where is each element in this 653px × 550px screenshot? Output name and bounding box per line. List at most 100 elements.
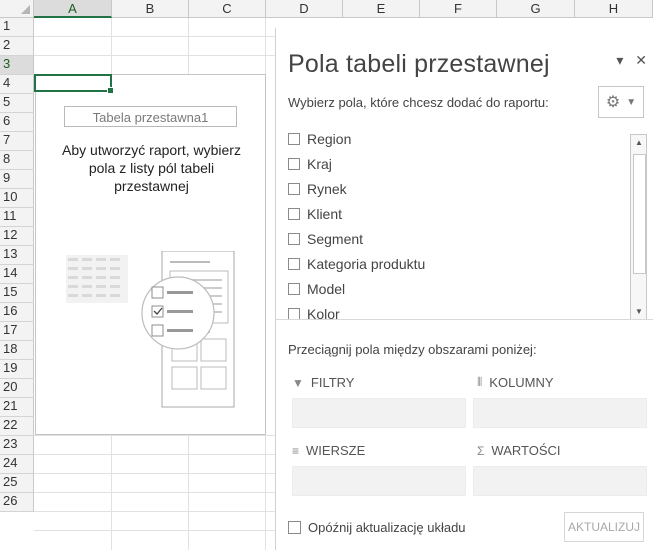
field-item-kategoria-produktu[interactable]: Kategoria produktu: [288, 251, 633, 276]
row-header-12[interactable]: 12: [0, 227, 34, 246]
columns-drop-area[interactable]: [473, 398, 647, 428]
scroll-up-icon[interactable]: ▲: [635, 138, 643, 147]
filters-drop-area[interactable]: [292, 398, 466, 428]
pane-title: Pola tabeli przestawnej: [288, 50, 550, 78]
gridline: [188, 18, 189, 74]
scrollbar-thumb[interactable]: [633, 154, 646, 274]
field-label: Rynek: [307, 180, 347, 197]
gridline: [34, 473, 275, 474]
drag-hint: Przeciągnij pola między obszarami poniże…: [288, 342, 537, 357]
field-item-segment[interactable]: Segment: [288, 226, 633, 251]
field-item-region[interactable]: Region: [288, 126, 633, 151]
pivot-table-instructions: Aby utworzyć raport, wybierz pola z list…: [42, 141, 261, 195]
row-header-6[interactable]: 6: [0, 113, 34, 132]
row-header-3[interactable]: 3: [0, 56, 34, 75]
row-header-2[interactable]: 2: [0, 37, 34, 56]
field-item-klient[interactable]: Klient: [288, 201, 633, 226]
column-header-b[interactable]: B: [112, 0, 189, 18]
field-checkbox[interactable]: [288, 257, 300, 270]
field-checkbox[interactable]: [288, 182, 300, 195]
field-item-kolor[interactable]: Kolor: [288, 301, 633, 326]
pivot-table-placeholder[interactable]: Tabela przestawna1 Aby utworzyć raport, …: [35, 74, 266, 435]
field-checkbox[interactable]: [288, 232, 300, 245]
funnel-icon: ▼: [292, 375, 304, 390]
row-header-21[interactable]: 21: [0, 398, 34, 417]
gear-icon: ⚙: [605, 94, 621, 111]
row-header-18[interactable]: 18: [0, 341, 34, 360]
area-label-rows: ≡ WIERSZE: [292, 443, 365, 458]
row-header-17[interactable]: 17: [0, 322, 34, 341]
row-header-26[interactable]: 26: [0, 493, 34, 512]
rows-drop-area[interactable]: [292, 466, 466, 496]
active-cell-a3[interactable]: [34, 74, 114, 94]
area-label-text: FILTRY: [310, 375, 355, 390]
field-checkbox[interactable]: [288, 207, 300, 220]
select-all-corner[interactable]: [0, 0, 34, 18]
area-label-filters: ▼ FILTRY: [292, 375, 354, 390]
row-header-13[interactable]: 13: [0, 246, 34, 265]
field-label: Klient: [307, 205, 343, 222]
field-checkbox[interactable]: [288, 132, 300, 145]
column-header-h[interactable]: H: [575, 0, 653, 18]
scroll-down-icon[interactable]: ▼: [635, 307, 643, 316]
area-label-text: WIERSZE: [306, 443, 366, 458]
row-header-10[interactable]: 10: [0, 189, 34, 208]
column-header-c[interactable]: C: [189, 0, 266, 18]
gridline: [34, 55, 275, 56]
defer-update-label: Opóźnij aktualizację układu: [308, 520, 466, 535]
rows-icon: ≡: [292, 443, 300, 458]
instruction-line: przestawnej: [114, 178, 189, 194]
gridline: [34, 36, 275, 37]
gridline: [34, 454, 275, 455]
area-label-columns: ⦀ KOLUMNY: [477, 375, 554, 390]
values-drop-area[interactable]: [473, 466, 647, 496]
row-header-20[interactable]: 20: [0, 379, 34, 398]
field-item-model[interactable]: Model: [288, 276, 633, 301]
gridline: [34, 511, 275, 512]
row-header-25[interactable]: 25: [0, 474, 34, 493]
row-header-24[interactable]: 24: [0, 455, 34, 474]
field-list: Region Kraj Rynek Klient Segment Kategor…: [288, 126, 633, 322]
tools-button[interactable]: ⚙ ▼: [598, 86, 644, 118]
row-header-14[interactable]: 14: [0, 265, 34, 284]
pane-subtitle: Wybierz pola, które chcesz dodać do rapo…: [288, 95, 549, 110]
field-checkbox[interactable]: [288, 282, 300, 295]
column-header-e[interactable]: E: [343, 0, 420, 18]
row-header-19[interactable]: 19: [0, 360, 34, 379]
gridline: [34, 492, 275, 493]
instruction-line: pola z listy pól tabeli: [88, 160, 215, 176]
close-icon[interactable]: ✕: [635, 52, 647, 68]
field-label: Kategoria produktu: [307, 255, 426, 272]
row-header-11[interactable]: 11: [0, 208, 34, 227]
row-header-1[interactable]: 1: [0, 18, 34, 37]
gridline: [111, 18, 112, 74]
columns-icon: ⦀: [477, 375, 483, 389]
row-header-4[interactable]: 4: [0, 75, 34, 94]
area-label-text: KOLUMNY: [489, 375, 554, 390]
pane-controls: ▾ ✕: [608, 52, 647, 69]
row-header-9[interactable]: 9: [0, 170, 34, 189]
row-header-8[interactable]: 8: [0, 151, 34, 170]
field-checkbox[interactable]: [288, 307, 300, 320]
column-header-a[interactable]: A: [34, 0, 112, 18]
defer-update-option[interactable]: Opóźnij aktualizację układu: [288, 520, 466, 535]
update-button[interactable]: AKTUALIZUJ: [564, 512, 644, 542]
column-header-g[interactable]: G: [497, 0, 575, 18]
field-checkbox[interactable]: [288, 157, 300, 170]
field-item-rynek[interactable]: Rynek: [288, 176, 633, 201]
defer-update-checkbox[interactable]: [288, 521, 301, 534]
row-header-7[interactable]: 7: [0, 132, 34, 151]
field-list-scrollbar[interactable]: ▲ ▼: [630, 134, 647, 320]
column-header-d[interactable]: D: [266, 0, 343, 18]
row-header-5[interactable]: 5: [0, 94, 34, 113]
row-header-23[interactable]: 23: [0, 436, 34, 455]
field-label: Segment: [307, 230, 364, 247]
chevron-down-icon[interactable]: ▾: [616, 52, 623, 68]
column-header-f[interactable]: F: [420, 0, 497, 18]
row-header-22[interactable]: 22: [0, 417, 34, 436]
row-header-16[interactable]: 16: [0, 303, 34, 322]
field-item-kraj[interactable]: Kraj: [288, 151, 633, 176]
field-label: Kraj: [307, 155, 332, 172]
field-label: Model: [307, 280, 346, 297]
row-header-15[interactable]: 15: [0, 284, 34, 303]
